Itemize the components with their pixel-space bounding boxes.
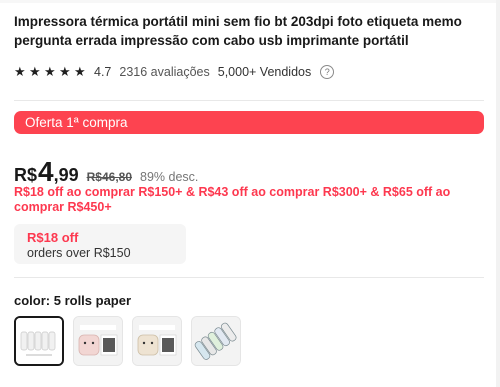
- scrollbar-track[interactable]: [496, 0, 500, 387]
- price-currency: R$: [14, 165, 38, 185]
- price-decimal: ,99: [53, 165, 79, 185]
- variant-label: color: 5 rolls paper: [14, 293, 132, 308]
- question-icon[interactable]: ?: [320, 65, 335, 79]
- divider: [14, 100, 484, 101]
- variant-option-printer-pink[interactable]: [73, 316, 123, 366]
- rating-stars: ★ ★ ★ ★ ★: [14, 64, 89, 80]
- first-purchase-banner: Oferta 1ª compra: [14, 111, 484, 134]
- divider: [14, 277, 484, 278]
- star-icon: ★: [44, 64, 56, 79]
- product-title: Impressora térmica portátil mini sem fio…: [14, 14, 462, 48]
- rating-row[interactable]: ★ ★ ★ ★ ★ 4.7 2316 avaliações 5,000+ Ven…: [14, 64, 335, 80]
- coupon-amount: R$18 off: [27, 230, 79, 245]
- star-icon: ★: [29, 64, 41, 79]
- original-price: R$46,80: [86, 170, 132, 184]
- promo-label: Oferta 1ª compra: [25, 115, 128, 130]
- colored-rolls-thumbnail: [192, 317, 240, 365]
- top-strip: [0, 0, 500, 3]
- variant-option-colored-rolls[interactable]: [191, 316, 241, 366]
- paper-rolls-thumbnail: [16, 318, 62, 364]
- star-icon: ★: [14, 64, 26, 79]
- sold-count: 5,000+ Vendidos: [217, 65, 312, 79]
- variant-list: [14, 316, 250, 366]
- variant-option-printer-beige[interactable]: [132, 316, 182, 366]
- star-icon: ★: [74, 64, 86, 79]
- discount-badge: 89% desc.: [140, 170, 199, 184]
- coupon-card[interactable]: R$18 off orders over R$150: [14, 224, 186, 264]
- printer-beige-thumbnail: [133, 317, 181, 365]
- coupon-offers[interactable]: R$18 off ao comprar R$150+ & R$43 off ao…: [14, 185, 464, 215]
- price-integer: 4: [38, 156, 54, 187]
- star-icon: ★: [59, 64, 71, 79]
- rating-value: 4.7: [94, 65, 112, 79]
- variant-option-paper-rolls[interactable]: [14, 316, 64, 366]
- price-row: R$ 4 ,99 R$46,80 89% desc.: [14, 156, 199, 187]
- review-count[interactable]: 2316 avaliações: [119, 65, 209, 79]
- printer-pink-thumbnail: [74, 317, 122, 365]
- coupon-condition: orders over R$150: [27, 246, 131, 260]
